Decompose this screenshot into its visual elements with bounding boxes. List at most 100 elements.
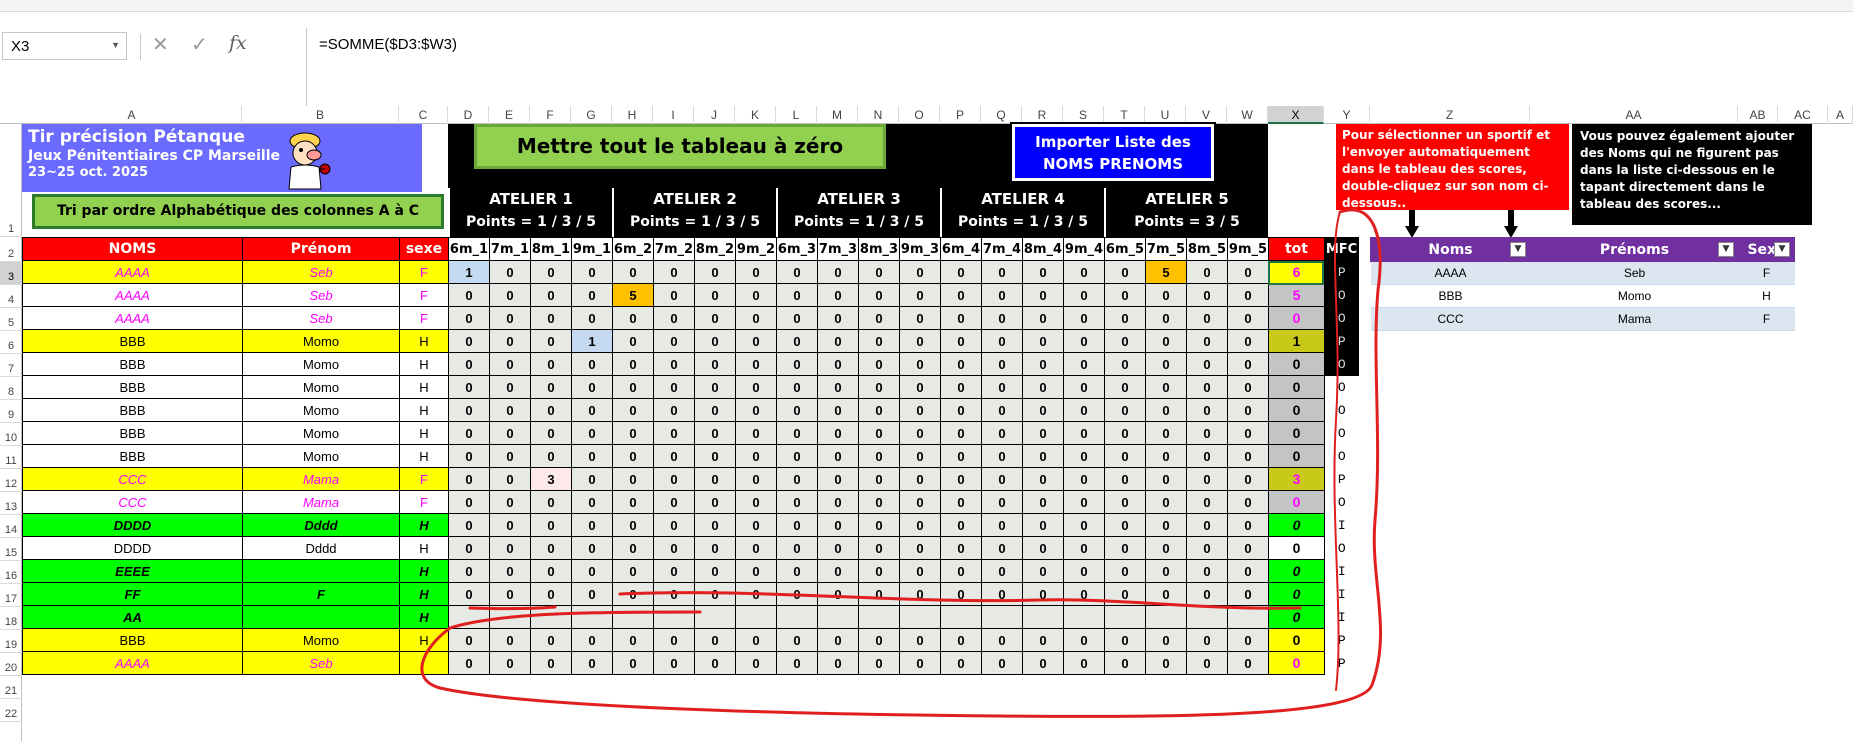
cell-score[interactable]: 0 bbox=[1063, 559, 1105, 583]
cell-score[interactable]: 0 bbox=[981, 467, 1023, 491]
cell-mfc[interactable]: P bbox=[1324, 260, 1359, 284]
cell-score[interactable]: 0 bbox=[817, 444, 859, 468]
cell-score[interactable]: 0 bbox=[448, 283, 490, 307]
check-icon[interactable]: ✓ bbox=[191, 32, 208, 56]
cell-score[interactable]: 0 bbox=[571, 582, 613, 606]
cell-score[interactable]: 0 bbox=[981, 513, 1023, 537]
cell-prenom[interactable]: Seb bbox=[242, 283, 400, 307]
cell-sexe[interactable]: H bbox=[399, 513, 449, 537]
cell-nom[interactable]: FF bbox=[22, 582, 243, 606]
row-header[interactable]: 1 bbox=[0, 124, 22, 237]
cell-score[interactable]: 0 bbox=[1186, 421, 1228, 445]
cell-score[interactable]: 0 bbox=[489, 628, 531, 652]
cell-score[interactable]: 0 bbox=[858, 352, 900, 376]
cell-total[interactable]: 0 bbox=[1268, 605, 1325, 629]
cell-score[interactable]: 0 bbox=[1022, 467, 1064, 491]
cell-score[interactable]: 0 bbox=[1022, 375, 1064, 399]
cell-score[interactable]: 1 bbox=[571, 329, 613, 353]
cell-score[interactable]: 0 bbox=[817, 582, 859, 606]
cell-score[interactable]: 0 bbox=[899, 490, 941, 514]
cell-score[interactable]: 0 bbox=[653, 651, 695, 675]
cell-score[interactable] bbox=[1145, 605, 1187, 629]
cell-score[interactable]: 0 bbox=[1022, 329, 1064, 353]
cell-score[interactable]: 0 bbox=[776, 559, 818, 583]
cell-score[interactable]: 0 bbox=[1063, 306, 1105, 330]
cell-nom[interactable]: AAAA bbox=[22, 260, 243, 284]
cell-score[interactable]: 0 bbox=[940, 582, 982, 606]
cell-score[interactable]: 0 bbox=[1227, 375, 1269, 399]
cell-score[interactable]: 0 bbox=[776, 582, 818, 606]
cell-total[interactable]: 0 bbox=[1268, 582, 1325, 606]
cell-score[interactable]: 0 bbox=[694, 513, 736, 537]
cell-score[interactable]: 0 bbox=[448, 398, 490, 422]
cell-mfc[interactable]: O bbox=[1324, 490, 1359, 514]
cell-score[interactable]: 0 bbox=[899, 329, 941, 353]
cell-score[interactable]: 0 bbox=[612, 444, 654, 468]
cell-score[interactable]: 0 bbox=[489, 421, 531, 445]
column-header[interactable]: Z bbox=[1370, 106, 1530, 124]
cell-score[interactable]: 0 bbox=[899, 260, 941, 284]
cell-score[interactable]: 0 bbox=[899, 628, 941, 652]
row-header[interactable]: 5 bbox=[0, 308, 22, 331]
cell-score[interactable]: 3 bbox=[530, 467, 572, 491]
cell-score[interactable]: 0 bbox=[817, 559, 859, 583]
cell-score[interactable]: 0 bbox=[530, 283, 572, 307]
row-header[interactable]: 13 bbox=[0, 492, 22, 515]
cell-score[interactable]: 0 bbox=[448, 444, 490, 468]
lookup-cell-nom[interactable]: AAAA bbox=[1370, 261, 1531, 285]
cell-score[interactable]: 0 bbox=[735, 375, 777, 399]
cell-score[interactable]: 0 bbox=[1104, 329, 1146, 353]
cell-score[interactable]: 0 bbox=[1145, 628, 1187, 652]
column-header[interactable]: AC bbox=[1778, 106, 1828, 124]
cell-score[interactable]: 0 bbox=[489, 490, 531, 514]
cell-score[interactable]: 0 bbox=[1104, 582, 1146, 606]
cell-mfc[interactable]: O bbox=[1324, 421, 1359, 445]
cell-score[interactable]: 0 bbox=[776, 651, 818, 675]
column-header[interactable]: C bbox=[399, 106, 448, 124]
cell-score[interactable]: 0 bbox=[1186, 260, 1228, 284]
cell-score[interactable]: 0 bbox=[448, 490, 490, 514]
cell-score[interactable]: 0 bbox=[1227, 559, 1269, 583]
cell-score[interactable]: 0 bbox=[489, 582, 531, 606]
cell-score[interactable]: 0 bbox=[448, 421, 490, 445]
column-header[interactable]: N bbox=[858, 106, 899, 124]
cell-total[interactable]: 0 bbox=[1268, 398, 1325, 422]
cell-score[interactable]: 0 bbox=[1145, 444, 1187, 468]
cell-score[interactable]: 0 bbox=[1227, 329, 1269, 353]
cell-score[interactable]: 0 bbox=[776, 444, 818, 468]
cell-score[interactable]: 0 bbox=[1022, 582, 1064, 606]
column-header[interactable]: Y bbox=[1324, 106, 1370, 124]
cell-score[interactable]: 0 bbox=[1022, 398, 1064, 422]
cell-score[interactable]: 0 bbox=[899, 398, 941, 422]
row-header[interactable]: 9 bbox=[0, 400, 22, 423]
cell-score[interactable]: 0 bbox=[1104, 444, 1146, 468]
cell-nom[interactable]: BBB bbox=[22, 628, 243, 652]
cell-score[interactable]: 0 bbox=[1104, 398, 1146, 422]
cell-score[interactable]: 0 bbox=[571, 283, 613, 307]
lookup-row[interactable]: BBB Momo H bbox=[1370, 284, 1795, 308]
cell-score[interactable]: 0 bbox=[735, 513, 777, 537]
cell-score[interactable]: 0 bbox=[940, 536, 982, 560]
cell-score[interactable]: 0 bbox=[1104, 352, 1146, 376]
cell-score[interactable]: 0 bbox=[1063, 260, 1105, 284]
cell-score[interactable]: 0 bbox=[817, 536, 859, 560]
cell-score[interactable]: 0 bbox=[940, 651, 982, 675]
cell-score[interactable]: 1 bbox=[448, 260, 490, 284]
cell-score[interactable]: 0 bbox=[1145, 559, 1187, 583]
cell-score[interactable]: 0 bbox=[489, 375, 531, 399]
cell-score[interactable]: 0 bbox=[1227, 260, 1269, 284]
row-header[interactable]: 14 bbox=[0, 515, 22, 538]
cell-score[interactable]: 0 bbox=[694, 306, 736, 330]
row-header[interactable]: 3 bbox=[0, 262, 22, 285]
cell-nom[interactable]: AAAA bbox=[22, 306, 243, 330]
cell-score[interactable]: 0 bbox=[940, 398, 982, 422]
cell-score[interactable]: 0 bbox=[571, 513, 613, 537]
lookup-cell-sexe[interactable]: F bbox=[1738, 307, 1795, 331]
row-header[interactable]: 20 bbox=[0, 653, 22, 676]
formula-input[interactable]: =SOMME($D3:$W3) bbox=[306, 28, 1853, 108]
cell-score[interactable]: 0 bbox=[448, 329, 490, 353]
cell-score[interactable] bbox=[530, 605, 572, 629]
cell-score[interactable]: 0 bbox=[1063, 329, 1105, 353]
cell-score[interactable] bbox=[899, 605, 941, 629]
cell-score[interactable]: 0 bbox=[612, 421, 654, 445]
